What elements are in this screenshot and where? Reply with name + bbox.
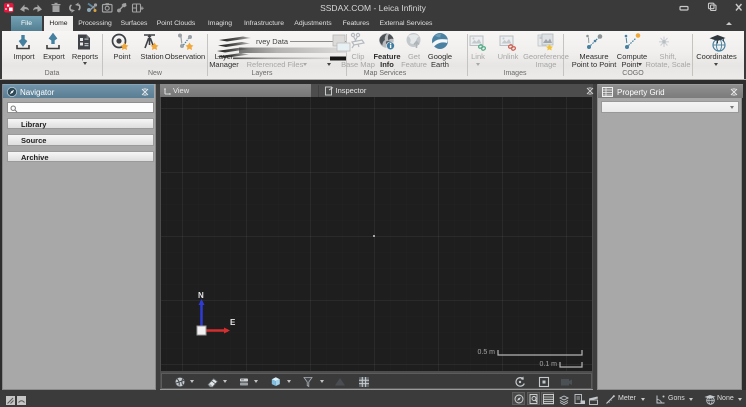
svg-text:N: N (198, 291, 204, 300)
svg-text:E: E (230, 318, 236, 327)
svg-text:rvey Data: rvey Data (256, 37, 289, 46)
